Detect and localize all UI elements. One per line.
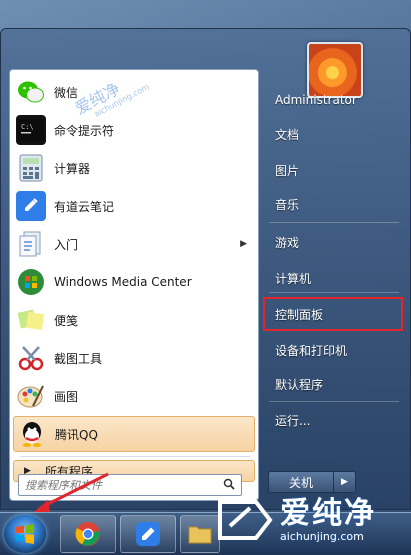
right-item-label: 图片 — [275, 163, 300, 178]
program-item-snipping-tool[interactable]: 截图工具 — [13, 340, 255, 376]
program-item-getting-started[interactable]: 入门 ▶ — [13, 226, 255, 262]
program-label: 截图工具 — [54, 351, 103, 366]
start-button[interactable] — [4, 515, 46, 553]
right-item-label: 控制面板 — [275, 307, 324, 322]
right-item-devices-printers[interactable]: 设备和打印机 — [263, 335, 403, 365]
program-item-qq[interactable]: 腾讯QQ — [13, 416, 255, 452]
paint-icon — [16, 381, 46, 411]
watermark-url: aichunjing.com — [280, 529, 364, 543]
program-label: 有道云笔记 — [54, 199, 115, 214]
folder-icon — [188, 526, 212, 544]
watermark-title: 爱纯净 — [280, 495, 376, 531]
search-box[interactable] — [18, 474, 242, 496]
youdao-note-icon — [136, 522, 160, 546]
right-item-label: 设备和打印机 — [275, 343, 348, 358]
program-item-calculator[interactable]: 计算器 — [13, 150, 255, 186]
start-menu: 微信 C:\ 命令提示符 计算器 有道云笔记 入门 ▶ Windows Medi… — [0, 28, 411, 510]
right-item-label: 音乐 — [275, 197, 300, 212]
right-item-computer[interactable]: 计算机 — [263, 263, 403, 293]
program-item-cmd[interactable]: C:\ 命令提示符 — [13, 112, 255, 148]
program-label: 计算器 — [54, 161, 91, 176]
right-item-label: 计算机 — [275, 271, 312, 286]
program-item-paint[interactable]: 画图 — [13, 378, 255, 414]
right-divider — [269, 292, 399, 293]
right-divider — [269, 401, 399, 402]
qq-icon — [17, 419, 47, 449]
right-item-music[interactable]: 音乐 — [263, 189, 403, 219]
programs-divider — [20, 456, 250, 457]
right-item-pictures[interactable]: 图片 — [263, 155, 403, 185]
program-label: 腾讯QQ — [55, 427, 98, 442]
program-item-media-center[interactable]: Windows Media Center — [13, 264, 255, 300]
right-item-run[interactable]: 运行... — [263, 405, 403, 435]
watermark-logo: 爱纯净 aichunjing.com — [216, 486, 411, 554]
program-item-youdao-note[interactable]: 有道云笔记 — [13, 188, 255, 224]
svg-text:C:\: C:\ — [21, 123, 34, 131]
snipping-tool-icon — [16, 343, 46, 373]
right-item-control-panel[interactable]: 控制面板 — [263, 297, 403, 331]
wechat-icon — [16, 77, 46, 107]
right-item-label: Administrator — [275, 93, 357, 107]
program-label: Windows Media Center — [54, 275, 192, 289]
calculator-icon — [16, 153, 46, 183]
program-label: 入门 — [54, 237, 79, 252]
right-divider — [269, 222, 399, 223]
right-item-label: 默认程序 — [275, 377, 324, 392]
right-item-documents[interactable]: 文档 — [263, 119, 403, 149]
taskbar-folder-button[interactable] — [180, 515, 220, 553]
program-label: 便笺 — [54, 313, 79, 328]
taskbar-youdao-button[interactable] — [120, 515, 176, 553]
chrome-icon — [75, 522, 100, 546]
program-item-sticky-notes[interactable]: 便笺 — [13, 302, 255, 338]
watermark-logo-icon — [218, 500, 273, 540]
right-item-administrator[interactable]: Administrator — [263, 85, 403, 115]
right-item-label: 运行... — [275, 413, 311, 428]
cmd-icon: C:\ — [16, 115, 46, 145]
search-input[interactable] — [25, 476, 215, 494]
getting-started-icon — [16, 229, 46, 259]
right-item-default-programs[interactable]: 默认程序 — [263, 369, 403, 399]
right-item-games[interactable]: 游戏 — [263, 227, 403, 257]
program-label: 画图 — [54, 389, 79, 404]
taskbar-chrome-button[interactable] — [60, 515, 116, 553]
sticky-notes-icon — [16, 305, 46, 335]
submenu-arrow-icon: ▶ — [240, 239, 247, 249]
right-item-label: 文档 — [275, 127, 300, 142]
windows-logo-icon — [16, 524, 34, 544]
programs-pane: 微信 C:\ 命令提示符 计算器 有道云笔记 入门 ▶ Windows Medi… — [9, 69, 259, 501]
right-item-label: 游戏 — [275, 235, 300, 250]
media-center-icon — [16, 267, 46, 297]
youdao-note-icon — [16, 191, 46, 221]
